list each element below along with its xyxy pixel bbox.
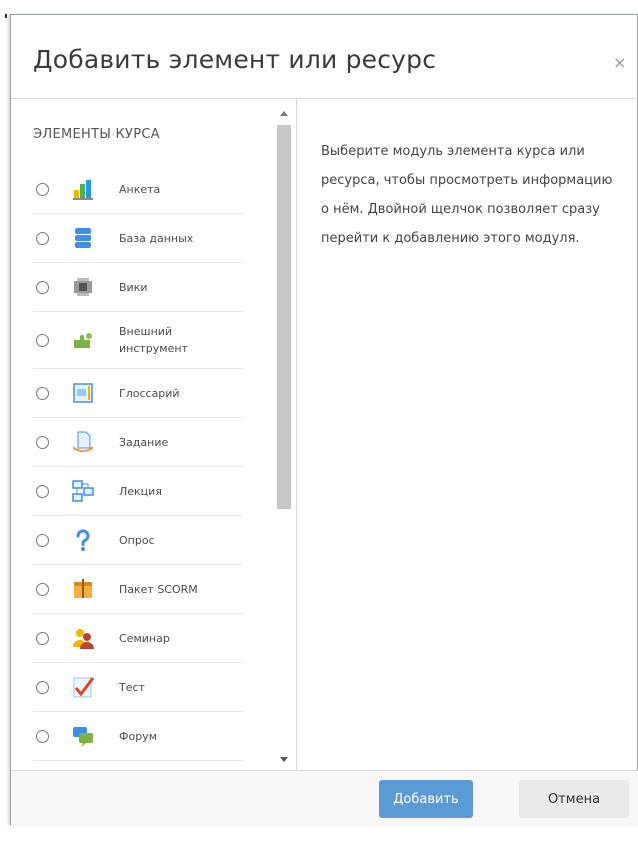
radio-button[interactable]: [36, 386, 49, 400]
dialog-footer: Добавить Отмена: [11, 770, 638, 826]
list-item-workshop[interactable]: Семинар: [33, 614, 243, 663]
module-description: Выберите модуль элемента курса или ресур…: [321, 144, 613, 246]
list-item-forum[interactable]: Форум: [33, 712, 243, 761]
list-item-label: Анкета: [119, 182, 161, 196]
quiz-icon: [71, 675, 95, 699]
radio-button[interactable]: [36, 631, 49, 645]
list-item-label: Тест: [119, 680, 145, 694]
list-item-label: Задание: [119, 435, 169, 449]
lesson-icon: [71, 479, 95, 503]
description-panel: Выберите модуль элемента курса или ресур…: [297, 99, 638, 770]
radio-button[interactable]: [36, 231, 49, 245]
scrollbar-thumb[interactable]: [277, 125, 291, 509]
list-item-assignment[interactable]: Задание: [33, 418, 243, 467]
list-item-database[interactable]: База данных: [33, 214, 243, 263]
radio-button[interactable]: [36, 582, 49, 596]
add-activity-dialog: Добавить элемент или ресурс × ЭЛЕМЕНТЫ К…: [10, 14, 638, 826]
list-item-label: Лекция: [119, 484, 162, 498]
workshop-icon: [71, 626, 95, 650]
add-button[interactable]: Добавить: [379, 780, 473, 818]
bar-chart-icon: [71, 177, 95, 201]
radio-button[interactable]: [36, 484, 49, 498]
forum-icon: [71, 724, 95, 748]
background-marker: [5, 14, 7, 18]
dialog-header: Добавить элемент или ресурс ×: [11, 15, 638, 99]
radio-button[interactable]: [36, 280, 49, 294]
list-item-external-tool[interactable]: Внешний инструмент: [33, 312, 243, 369]
list-item-label: Форум: [119, 729, 157, 743]
list-item-wiki[interactable]: Вики: [33, 263, 243, 312]
list-scrollbar[interactable]: [273, 107, 295, 767]
list-item-choice[interactable]: Опрос: [33, 516, 243, 565]
radio-button[interactable]: [36, 333, 49, 347]
question-icon: [71, 528, 95, 552]
package-icon: [71, 577, 95, 601]
list-item-label: Опрос: [119, 533, 155, 547]
list-item-partial[interactable]: [33, 761, 243, 770]
list-item-scorm[interactable]: Пакет SCORM: [33, 565, 243, 614]
list-item-lesson[interactable]: Лекция: [33, 467, 243, 516]
list-item-glossary[interactable]: Глоссарий: [33, 369, 243, 418]
radio-button[interactable]: [36, 435, 49, 449]
radio-button[interactable]: [36, 680, 49, 694]
activity-list-panel: ЭЛЕМЕНТЫ КУРСА Анкета База данных Вики В…: [11, 99, 297, 770]
list-item-label: Семинар: [119, 631, 170, 645]
list-item-label: Глоссарий: [119, 386, 180, 400]
list-item-label: База данных: [119, 231, 194, 245]
list-item-feedback[interactable]: Анкета: [33, 165, 243, 214]
dialog-title: Добавить элемент или ресурс: [33, 45, 437, 74]
list-item-label: Вики: [119, 280, 148, 294]
puzzle-icon: [71, 328, 95, 352]
assignment-icon: [71, 430, 95, 454]
activity-list: Анкета База данных Вики Внешний инструме…: [33, 165, 269, 770]
list-item-label: Пакет SCORM: [119, 582, 198, 596]
radio-button[interactable]: [36, 182, 49, 196]
dialog-body: ЭЛЕМЕНТЫ КУРСА Анкета База данных Вики В…: [11, 99, 638, 770]
section-title: ЭЛЕМЕНТЫ КУРСА: [33, 127, 160, 142]
list-item-label: Внешний инструмент: [119, 325, 188, 355]
list-item-quiz[interactable]: Тест: [33, 663, 243, 712]
cancel-button[interactable]: Отмена: [519, 780, 629, 818]
glossary-icon: [71, 381, 95, 405]
scroll-up-arrow-icon[interactable]: [280, 111, 288, 116]
database-icon: [71, 226, 95, 250]
radio-button[interactable]: [36, 533, 49, 547]
scroll-down-arrow-icon[interactable]: [280, 757, 288, 762]
close-icon[interactable]: ×: [613, 53, 626, 72]
radio-button[interactable]: [36, 729, 49, 743]
wiki-icon: [71, 275, 95, 299]
